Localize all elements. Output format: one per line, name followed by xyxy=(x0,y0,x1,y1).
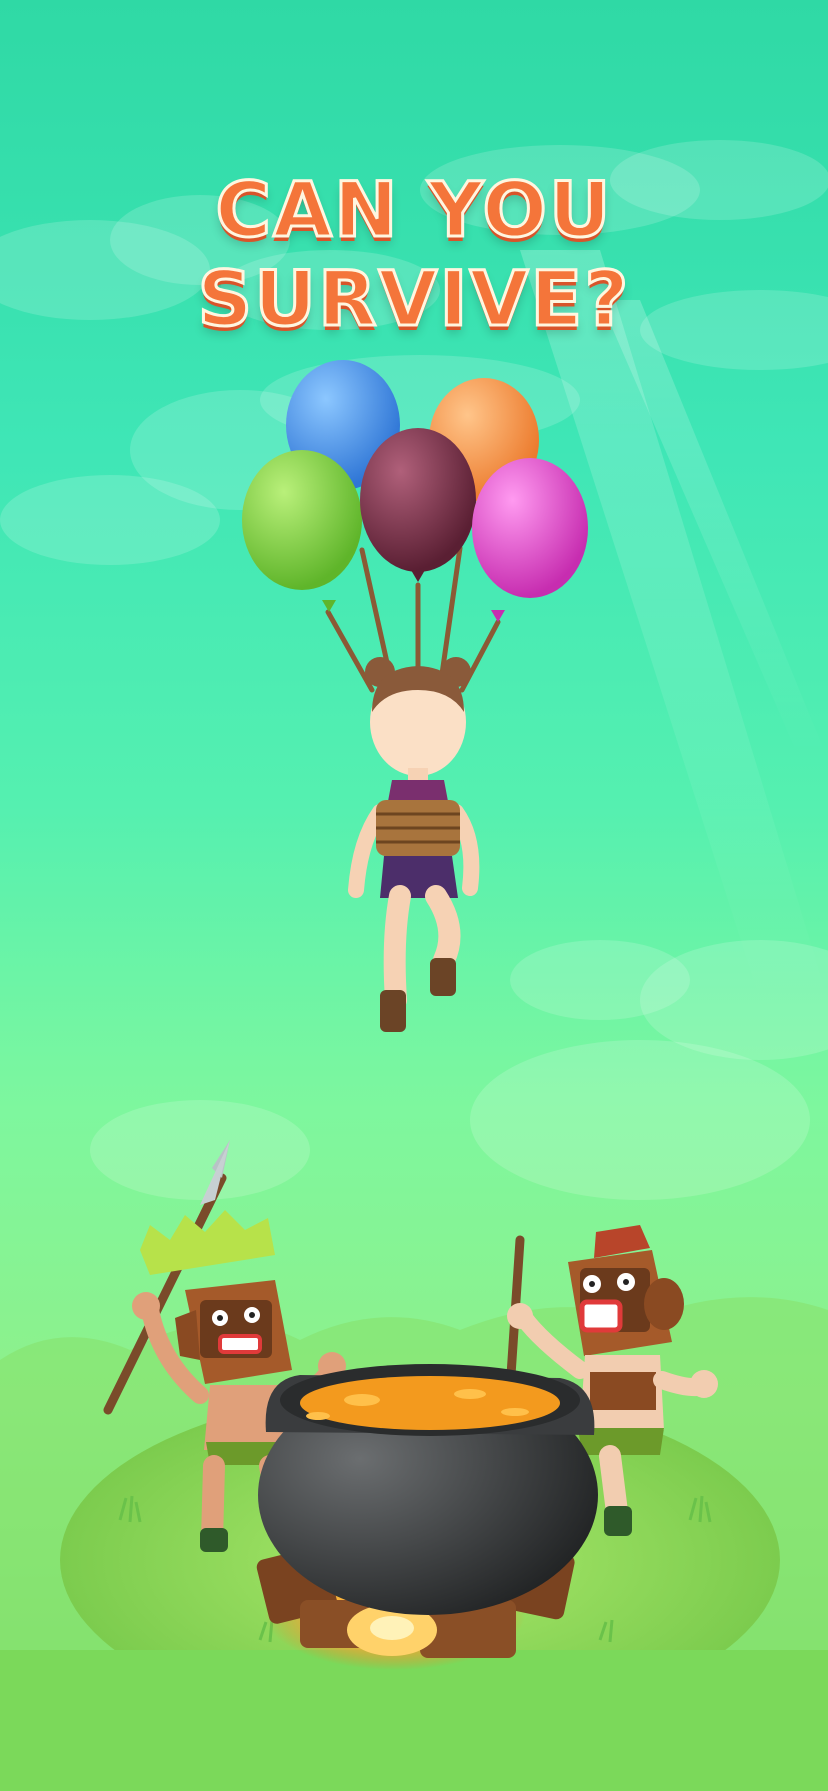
captive-girl xyxy=(348,657,480,1032)
pink-balloon xyxy=(472,458,588,622)
headline-title: CAN YOU SURVIVE? xyxy=(196,164,631,345)
game-scene: CAN YOU SURVIVE? xyxy=(0,0,828,1791)
green-balloon xyxy=(242,450,362,612)
ground xyxy=(0,1650,828,1791)
cauldron xyxy=(258,1364,598,1615)
soup xyxy=(300,1376,560,1430)
